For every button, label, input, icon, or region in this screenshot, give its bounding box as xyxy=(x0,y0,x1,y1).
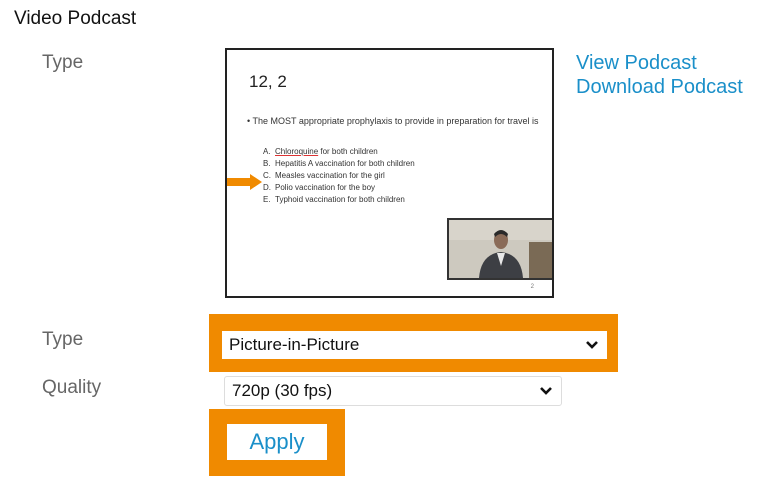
chevron-down-icon xyxy=(586,341,598,349)
quality-label: Quality xyxy=(42,377,102,398)
quality-select[interactable]: 720p (30 fps) xyxy=(224,376,562,406)
chevron-down-icon xyxy=(540,387,552,395)
slide-option: E. Typhoid vaccination for both children xyxy=(263,195,405,204)
download-podcast-link[interactable]: Download Podcast xyxy=(576,75,743,99)
type-label: Type xyxy=(42,52,84,73)
view-podcast-link[interactable]: View Podcast xyxy=(576,51,743,75)
podcast-thumbnail[interactable]: 12, 2 • The MOST appropriate prophylaxis… xyxy=(225,48,554,298)
slide-question: • The MOST appropriate prophylaxis to pr… xyxy=(247,116,539,126)
podcast-links: View Podcast Download Podcast xyxy=(576,51,743,99)
presenter-video-inset xyxy=(447,218,552,280)
type-select-label: Type xyxy=(42,329,84,350)
arrow-right-icon xyxy=(227,174,262,190)
slide-option: C. Measles vaccination for the girl xyxy=(263,171,385,180)
slide-option: D. Polio vaccination for the boy xyxy=(263,183,376,192)
presenter-image xyxy=(449,220,552,278)
quality-select-value: 720p (30 fps) xyxy=(232,381,333,400)
slide-page-number: 2 xyxy=(530,284,534,290)
type-select-value: Picture-in-Picture xyxy=(229,335,360,354)
apply-button[interactable]: Apply xyxy=(227,424,327,460)
section-title: Video Podcast xyxy=(14,8,137,29)
slide-options: A. Chloroquine for both children B. Hepati… xyxy=(263,146,415,206)
slide-option: A. Chloroquine for both children xyxy=(263,147,378,156)
slide-option: B. Hepatitis A vaccination for both child… xyxy=(263,159,415,168)
slide-title: 12, 2 xyxy=(249,72,287,91)
type-select[interactable]: Picture-in-Picture xyxy=(222,331,607,359)
